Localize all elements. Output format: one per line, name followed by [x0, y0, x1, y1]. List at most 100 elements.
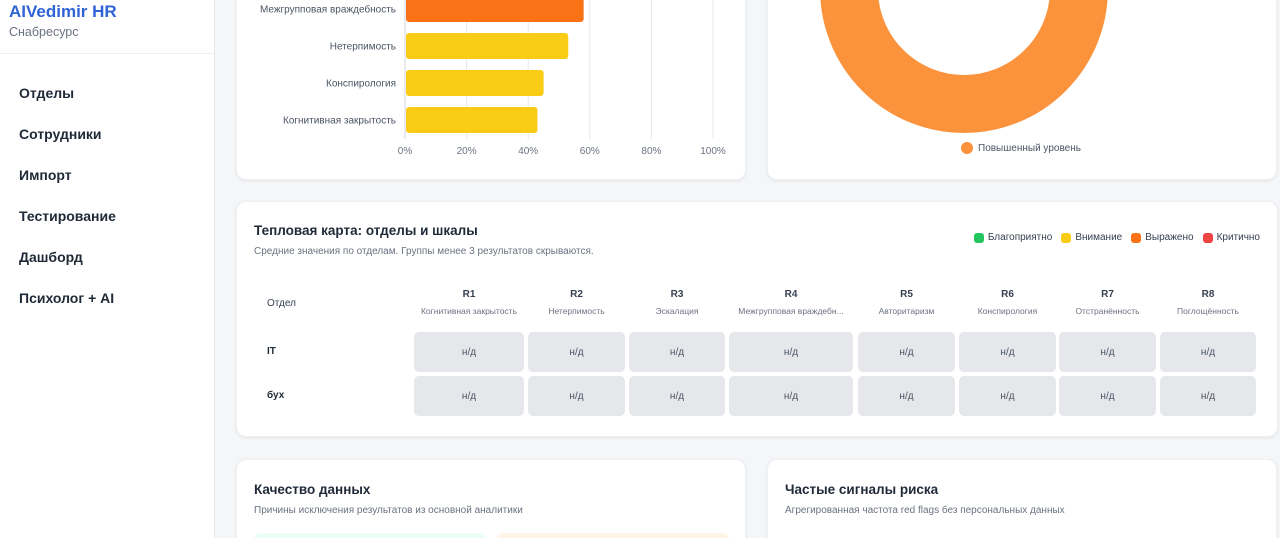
legend-swatch	[1061, 232, 1072, 243]
heatmap-cell[interactable]: н/д	[528, 376, 625, 416]
legend-label: Критично	[1216, 232, 1260, 243]
x-tick-label: 100%	[700, 146, 726, 157]
heatmap-subtitle: Средние значения по отделам. Группы мене…	[254, 246, 594, 257]
x-tick-label: 0%	[398, 146, 413, 157]
column-code: R7	[1101, 289, 1114, 300]
column-header-r3: R3 Эскалация	[629, 289, 725, 316]
x-tick-label: 20%	[457, 146, 477, 157]
quality-tile-green	[254, 533, 486, 538]
column-header-r2: R2 Нетерпимость	[528, 289, 625, 316]
sidebar-item-testing[interactable]: Тестирование	[0, 204, 214, 245]
bar[interactable]	[406, 33, 569, 59]
y-tick-label: Когнитивная закрытость	[283, 116, 396, 127]
heatmap-cell[interactable]: н/д	[729, 332, 853, 372]
risk-signals-subtitle: Агрегированная частота red flags без пер…	[785, 505, 1065, 516]
scales-bar-chart: 0% 20% 40% 60% 80% 100% Межгрупповая враждебно…	[260, 0, 726, 157]
column-code: R6	[1001, 289, 1014, 300]
heatmap-title: Тепловая карта: отделы и шкалы	[254, 223, 478, 238]
legend-swatch	[961, 142, 973, 154]
heatmap-cell[interactable]: н/д	[629, 376, 725, 416]
heatmap-cell[interactable]: н/д	[414, 332, 524, 372]
column-name: Авторитаризм	[878, 306, 935, 316]
scales-bar-chart-card: 0% 20% 40% 60% 80% 100% Межгрупповая враждебно…	[236, 0, 746, 180]
sidebar-item-import[interactable]: Импорт	[0, 163, 214, 204]
column-name: Эскалация	[655, 306, 699, 316]
heatmap-cell[interactable]: н/д	[414, 376, 524, 416]
sidebar-item-psychologist-ai[interactable]: Психолог + AI	[0, 286, 214, 327]
donut-legend: Повышенный уровень	[961, 142, 1081, 154]
column-code: R5	[900, 289, 913, 300]
column-name: Когнитивная закрытость	[420, 306, 518, 316]
heatmap-cell[interactable]: н/д	[1160, 376, 1256, 416]
column-header-r1: R1 Когнитивная закрытость	[414, 289, 524, 316]
legend-label: Внимание	[1075, 232, 1123, 243]
row-label: бух	[267, 390, 285, 401]
legend-swatch	[1202, 232, 1213, 243]
heatmap-cell[interactable]: н/д	[1160, 332, 1256, 372]
x-tick-label: 80%	[641, 146, 661, 157]
legend-item-attention: Внимание	[1061, 232, 1122, 243]
column-header-r8: R8 Поглощённость	[1160, 289, 1256, 316]
sidebar-nav: Отделы Сотрудники Импорт Тестирование Да…	[0, 81, 214, 327]
bar[interactable]	[406, 70, 544, 96]
heatmap-cell[interactable]: н/д	[858, 376, 955, 416]
legend-label: Выражено	[1145, 232, 1194, 243]
legend-label: Повышенный уровень	[978, 142, 1081, 154]
department-column-header: Отдел	[267, 298, 296, 309]
sidebar: AIVedimir HR Снабресурс Отделы Сотрудник…	[0, 0, 215, 538]
x-tick-label: 40%	[518, 146, 538, 157]
brand-subtitle: Снабресурс	[9, 25, 79, 39]
heatmap-cell[interactable]: н/д	[1059, 376, 1156, 416]
risk-signals-title: Частые сигналы риска	[785, 482, 939, 497]
column-name: Нетерпимость	[548, 306, 605, 316]
column-code: R8	[1201, 289, 1215, 300]
legend-item-favorable: Благоприятно	[973, 232, 1053, 243]
y-tick-label: Конспирология	[326, 79, 396, 90]
legend-swatch	[973, 232, 984, 243]
y-tick-label: Нетерпимость	[330, 42, 396, 53]
x-tick-label: 60%	[580, 146, 600, 157]
data-quality-subtitle: Причины исключения результатов из основн…	[254, 505, 523, 516]
risk-level-donut-card: Повышенный уровень	[767, 0, 1277, 180]
sidebar-item-departments[interactable]: Отделы	[0, 81, 214, 122]
legend-swatch	[1131, 232, 1142, 243]
heatmap-card: Тепловая карта: отделы и шкалы Средние з…	[236, 201, 1278, 437]
column-code: R2	[570, 289, 583, 300]
legend-item-expressed: Выражено	[1131, 232, 1194, 243]
risk-signals-card: Частые сигналы риска Агрегированная част…	[767, 459, 1277, 538]
legend-label: Благоприятно	[987, 232, 1053, 243]
quality-tile-orange	[497, 533, 729, 538]
column-header-r4: R4 Межгрупповая враждебн...	[729, 289, 853, 316]
heatmap-cell[interactable]: н/д	[528, 332, 625, 372]
sidebar-item-employees[interactable]: Сотрудники	[0, 122, 214, 163]
heatmap-cell[interactable]: н/д	[858, 332, 955, 372]
heatmap-cell[interactable]: н/д	[959, 376, 1056, 416]
data-quality-card: Качество данных Причины исключения резул…	[236, 459, 746, 538]
column-name: Конспирология	[977, 306, 1038, 316]
column-name: Отстранённость	[1075, 306, 1140, 316]
data-quality-title: Качество данных	[254, 482, 371, 497]
legend-item-critical: Критично	[1202, 232, 1260, 243]
column-header-r5: R5 Авторитаризм	[858, 289, 955, 316]
brand: AIVedimir HR Снабресурс	[0, 0, 214, 54]
column-name: Межгрупповая враждебн...	[738, 306, 844, 316]
heatmap-cell[interactable]: н/д	[1059, 332, 1156, 372]
column-code: R4	[784, 289, 798, 300]
brand-title[interactable]: AIVedimir HR	[9, 2, 205, 22]
column-code: R1	[462, 289, 476, 300]
bar[interactable]	[406, 107, 538, 133]
heatmap-cell[interactable]: н/д	[959, 332, 1056, 372]
heatmap-cell[interactable]: н/д	[629, 332, 725, 372]
row-label: IT	[267, 346, 276, 357]
heatmap-cell[interactable]: н/д	[729, 376, 853, 416]
risk-level-donut	[820, 0, 1108, 133]
column-code: R3	[670, 289, 684, 300]
column-name: Поглощённость	[1177, 306, 1239, 316]
column-header-r6: R6 Конспирология	[959, 289, 1056, 316]
donut-slice[interactable]	[820, 0, 1108, 133]
column-header-r7: R7 Отстранённость	[1059, 289, 1156, 316]
bar[interactable]	[406, 0, 584, 22]
heatmap-legend: Благоприятно Внимание Выражено Критично	[973, 232, 1260, 243]
sidebar-item-dashboard[interactable]: Дашборд	[0, 245, 214, 286]
y-tick-label: Межгрупповая враждебность	[260, 4, 396, 16]
